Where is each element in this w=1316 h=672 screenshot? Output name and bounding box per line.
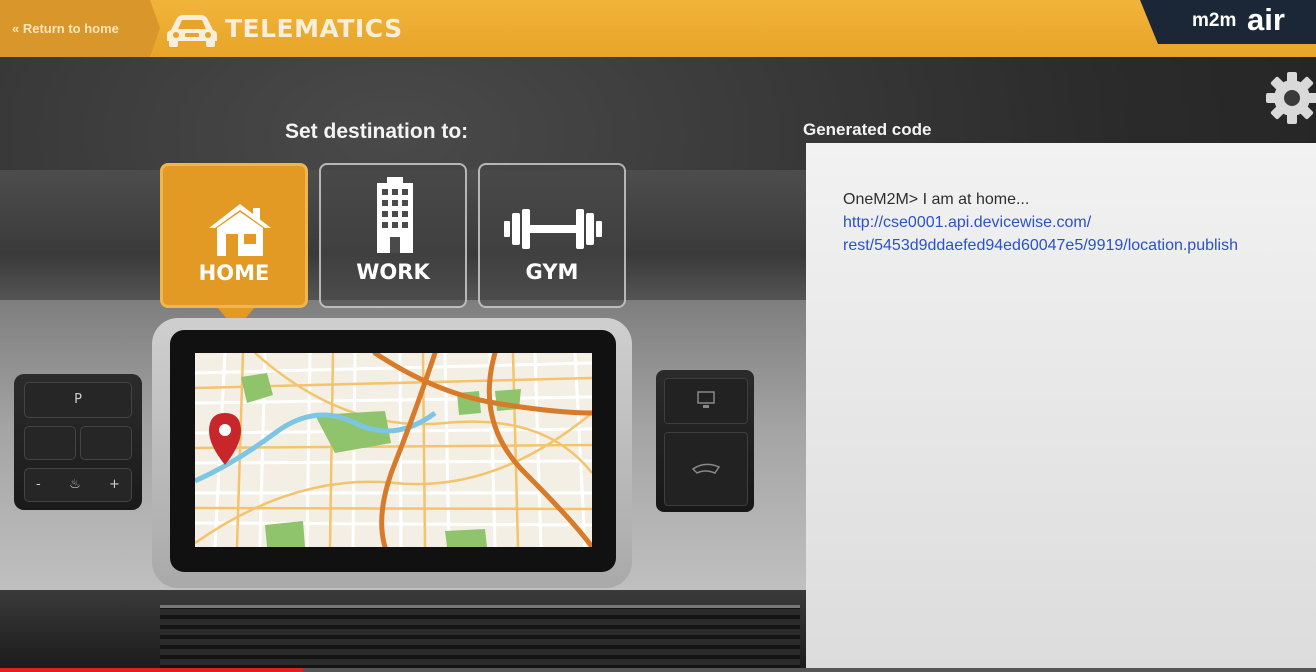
telematics-screen: « Return to home TELEMATICS m2m air P - … — [0, 0, 1316, 672]
console-button-right[interactable] — [80, 426, 132, 460]
building-icon — [377, 177, 413, 253]
screen-icon — [697, 391, 715, 408]
code-url-line2[interactable]: rest/5453d9ddaefed94ed60047e5/9919/locat… — [843, 234, 1308, 257]
house-icon — [209, 204, 271, 256]
seat-heat-icon: ♨ — [69, 477, 81, 492]
right-console — [656, 370, 754, 512]
destination-home-label: HOME — [198, 261, 270, 285]
code-output: OneM2M> I am at home... http://cse0001.a… — [843, 188, 1308, 257]
voice-button[interactable] — [664, 432, 748, 506]
code-message: OneM2M> I am at home... — [843, 191, 1030, 208]
left-console: P - ♨ + — [14, 374, 142, 510]
screen-toggle-button[interactable] — [664, 378, 748, 424]
park-button[interactable]: P — [24, 382, 132, 418]
video-progress-fill — [0, 668, 303, 672]
destination-gym-button[interactable]: GYM — [478, 163, 626, 308]
return-home-link[interactable]: « Return to home — [0, 0, 160, 57]
air-vent — [160, 605, 800, 672]
code-heading: Generated code — [803, 120, 932, 139]
volume-rocker[interactable]: - ♨ + — [24, 468, 132, 502]
generated-code-panel: OneM2M> I am at home... http://cse0001.a… — [806, 143, 1316, 672]
brand-prefix: m2m — [1192, 10, 1237, 31]
destination-gym-label: GYM — [525, 260, 579, 284]
gear-icon[interactable] — [1264, 70, 1316, 126]
volume-minus: - — [36, 477, 41, 492]
video-progress-bar[interactable] — [0, 668, 1316, 672]
code-url-line1[interactable]: http://cse0001.api.devicewise.com/ — [843, 211, 1308, 234]
car-icon — [167, 15, 217, 47]
destination-home-button[interactable]: HOME — [160, 163, 308, 308]
destination-heading: Set destination to: — [285, 120, 469, 143]
voice-icon — [691, 463, 721, 474]
console-button-left[interactable] — [24, 426, 76, 460]
brand-suffix: air — [1247, 2, 1285, 37]
volume-plus: + — [109, 477, 120, 492]
destination-work-label: WORK — [356, 260, 430, 284]
dumbbell-icon — [504, 209, 602, 249]
top-header: « Return to home TELEMATICS m2m air — [0, 0, 1316, 57]
map-graphic — [195, 353, 592, 547]
m2mair-logo: m2m air — [1140, 0, 1316, 44]
destination-work-button[interactable]: WORK — [319, 163, 467, 308]
page-title: TELEMATICS — [225, 14, 403, 43]
return-home-label: « Return to home — [12, 21, 119, 36]
park-button-label: P — [74, 392, 82, 407]
navigation-map[interactable] — [195, 353, 592, 547]
